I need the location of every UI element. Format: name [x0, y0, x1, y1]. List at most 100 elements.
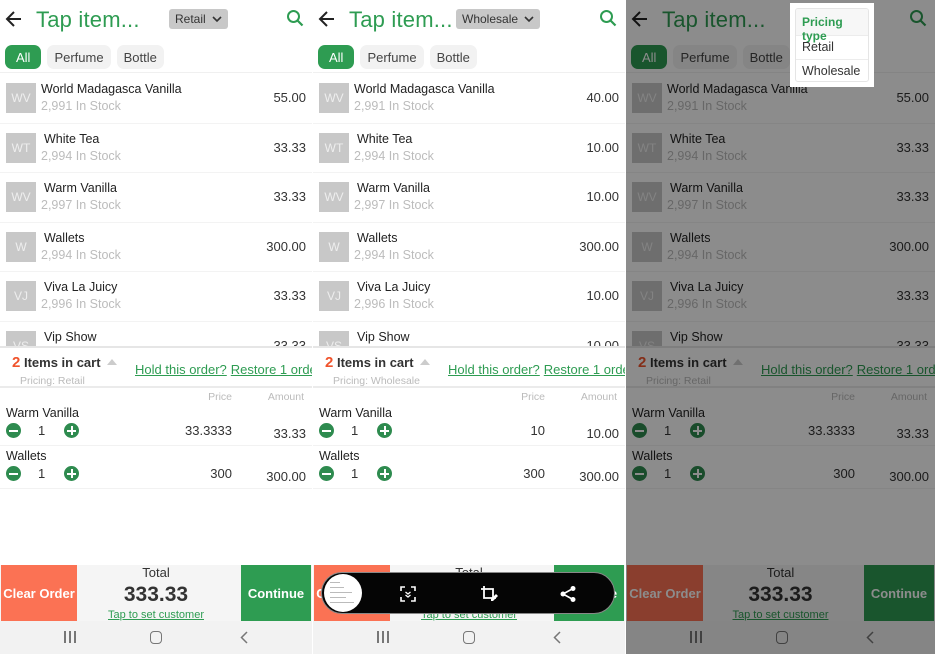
cart-line-price[interactable]: 10 [531, 423, 545, 438]
share-icon[interactable] [559, 585, 577, 603]
category-chip-perfume[interactable]: Perfume [47, 45, 111, 69]
cart-header[interactable]: 2 Items in cart Pricing: Retail Hold thi… [0, 348, 312, 388]
product-list[interactable]: WV World Madagasca Vanilla 2,991 In Stoc… [626, 74, 935, 346]
pricing-type-dropdown[interactable]: Wholesale [456, 9, 541, 29]
minus-circle-icon[interactable] [319, 466, 334, 481]
category-chip-perfume[interactable]: Perfume [673, 45, 737, 69]
category-chip-bottle[interactable]: Bottle [116, 45, 164, 69]
product-list[interactable]: WV World Madagasca Vanilla 2,991 In Stoc… [0, 74, 312, 346]
restore-order-link[interactable]: Restore 1 order [857, 362, 935, 377]
cart-line-price[interactable]: 300 [833, 466, 855, 481]
product-row[interactable]: WV World Madagasca Vanilla 2,991 In Stoc… [313, 74, 625, 124]
product-row[interactable]: VJ Viva La Juicy 2,996 In Stock 10.00 [313, 272, 625, 322]
category-chip-all[interactable]: All [5, 45, 42, 69]
cart-line-price[interactable]: 300 [523, 466, 545, 481]
category-chip-perfume[interactable]: Perfume [360, 45, 424, 69]
home-icon[interactable] [463, 631, 475, 644]
hold-order-link[interactable]: Hold this order? [448, 362, 540, 377]
hold-order-link[interactable]: Hold this order? [135, 362, 227, 377]
recent-apps-icon[interactable] [64, 631, 76, 643]
product-stock: 2,996 In Stock [41, 297, 121, 311]
product-row[interactable]: WV World Madagasca Vanilla 2,991 In Stoc… [626, 74, 935, 124]
recent-apps-icon[interactable] [690, 631, 702, 643]
minus-circle-icon[interactable] [6, 423, 21, 438]
restore-order-link[interactable]: Restore 1 order [231, 362, 312, 377]
continue-button[interactable]: Continue [864, 565, 934, 621]
screenshot-thumbnail[interactable] [324, 574, 362, 612]
search-icon[interactable] [909, 9, 927, 27]
category-chip-bottle[interactable]: Bottle [429, 45, 477, 69]
crop-edit-icon[interactable] [480, 585, 498, 603]
cart-line-price[interactable]: 33.3333 [808, 423, 855, 438]
search-icon[interactable] [286, 9, 304, 27]
cart-header[interactable]: 2 Items in cart Pricing: Retail Hold thi… [626, 348, 935, 388]
cart-header[interactable]: 2 Items in cart Pricing: Wholesale Hold … [313, 348, 625, 388]
back-arrow-icon[interactable] [631, 8, 649, 30]
pricing-type-dropdown[interactable]: Retail [169, 9, 228, 29]
scroll-capture-icon[interactable] [399, 585, 417, 603]
product-price: 33.33 [273, 288, 306, 303]
product-row[interactable]: WV Warm Vanilla 2,997 In Stock 33.33 [0, 173, 312, 223]
quantity-value: 1 [664, 466, 672, 481]
product-row[interactable]: VS Vip Show 33.33 [626, 322, 935, 346]
product-row[interactable]: WV Warm Vanilla 2,997 In Stock 33.33 [626, 173, 935, 223]
nav-back-icon[interactable] [240, 631, 248, 644]
nav-back-icon[interactable] [866, 631, 874, 644]
chevron-down-icon [212, 16, 222, 23]
category-chip-all[interactable]: All [318, 45, 355, 69]
product-price: 33.33 [273, 189, 306, 204]
home-icon[interactable] [150, 631, 162, 644]
recent-apps-icon[interactable] [377, 631, 389, 643]
product-price: 55.00 [896, 90, 929, 105]
home-icon[interactable] [776, 631, 788, 644]
product-stock: 2,997 In Stock [667, 198, 747, 212]
product-row[interactable]: WV World Madagasca Vanilla 2,991 In Stoc… [0, 74, 312, 124]
continue-button[interactable]: Continue [241, 565, 311, 621]
product-row[interactable]: WT White Tea 2,994 In Stock 10.00 [313, 124, 625, 173]
plus-circle-icon[interactable] [690, 466, 705, 481]
plus-circle-icon[interactable] [690, 423, 705, 438]
restore-order-link[interactable]: Restore 1 order [544, 362, 625, 377]
product-list[interactable]: WV World Madagasca Vanilla 2,991 In Stoc… [313, 74, 625, 346]
product-row[interactable]: VS Vip Show 33.33 [0, 322, 312, 346]
minus-circle-icon[interactable] [6, 466, 21, 481]
product-row[interactable]: WV Warm Vanilla 2,997 In Stock 10.00 [313, 173, 625, 223]
caret-up-icon[interactable] [732, 359, 743, 365]
product-row[interactable]: W Wallets 2,994 In Stock 300.00 [626, 223, 935, 272]
product-row[interactable]: VJ Viva La Juicy 2,996 In Stock 33.33 [0, 272, 312, 322]
plus-circle-icon[interactable] [64, 423, 79, 438]
back-arrow-icon[interactable] [5, 8, 23, 30]
caret-up-icon[interactable] [106, 359, 117, 365]
category-chip-bottle[interactable]: Bottle [742, 45, 790, 69]
minus-circle-icon[interactable] [632, 466, 647, 481]
cart-line-price[interactable]: 300 [210, 466, 232, 481]
product-row[interactable]: W Wallets 2,994 In Stock 300.00 [313, 223, 625, 272]
product-row[interactable]: VJ Viva La Juicy 2,996 In Stock 33.33 [626, 272, 935, 322]
plus-circle-icon[interactable] [377, 423, 392, 438]
caret-up-icon[interactable] [419, 359, 430, 365]
product-name: World Madagasca Vanilla [41, 82, 182, 96]
nav-back-icon[interactable] [553, 631, 561, 644]
pricing-option-wholesale[interactable]: Wholesale [796, 59, 868, 81]
product-row[interactable]: W Wallets 2,994 In Stock 300.00 [0, 223, 312, 272]
cart-panel: 2 Items in cart Pricing: Retail Hold thi… [0, 346, 312, 566]
clear-order-button[interactable]: Clear Order [627, 565, 703, 621]
minus-circle-icon[interactable] [632, 423, 647, 438]
plus-circle-icon[interactable] [64, 466, 79, 481]
cart-line-name: Wallets [6, 449, 47, 463]
product-row[interactable]: WT White Tea 2,994 In Stock 33.33 [626, 124, 935, 173]
product-avatar: WV [6, 83, 36, 113]
plus-circle-icon[interactable] [377, 466, 392, 481]
checkout-footer: Total 333.33 Tap to set customer Clear O… [626, 565, 935, 621]
product-price: 300.00 [266, 238, 306, 254]
search-icon[interactable] [599, 9, 617, 27]
back-arrow-icon[interactable] [318, 8, 336, 30]
product-row[interactable]: VS Vip Show 10.00 [313, 322, 625, 346]
hold-order-link[interactable]: Hold this order? [761, 362, 853, 377]
cart-line-price[interactable]: 33.3333 [185, 423, 232, 438]
minus-circle-icon[interactable] [319, 423, 334, 438]
clear-order-button[interactable]: Clear Order [1, 565, 77, 621]
product-row[interactable]: WT White Tea 2,994 In Stock 33.33 [0, 124, 312, 173]
product-stock: 2,997 In Stock [41, 198, 121, 212]
category-chip-all[interactable]: All [631, 45, 668, 69]
